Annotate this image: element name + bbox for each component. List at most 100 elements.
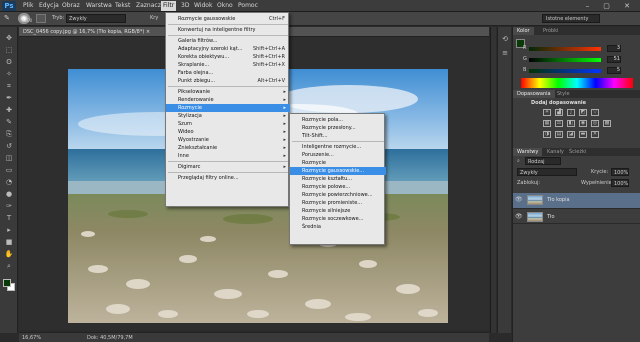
slider-r-bar[interactable] [529,47,601,51]
menu-obraz[interactable]: Obraz [62,2,80,10]
stamp-icon[interactable]: ⎘ [3,129,15,139]
levels-icon[interactable]: ▟ [555,109,563,116]
move-icon[interactable]: ✥ [3,33,15,43]
marquee-icon[interactable]: ⬚ [3,45,15,55]
shape-icon[interactable]: ■ [3,237,15,247]
menu-widok[interactable]: Widok [194,2,212,10]
type-icon[interactable]: T [3,213,15,223]
menu-item[interactable]: Stylizacja ▸ [166,112,290,120]
menu-pomoc[interactable]: Pomoc [238,2,258,10]
brush-icon[interactable]: ✎ [3,117,15,127]
menu-plik[interactable]: Plik [23,2,33,10]
eyedropper-icon[interactable]: ✒ [3,93,15,103]
menu-item[interactable]: Pikselowanie ▸ [166,88,290,96]
curves-icon[interactable]: ∫ [567,109,575,116]
healing-icon[interactable]: ✚ [3,105,15,115]
vibrance-icon[interactable]: ▽ [591,109,599,116]
visibility-eye-icon[interactable]: 👁 [515,196,523,203]
zoom-level[interactable]: 16,67% [22,334,41,342]
menu-item[interactable]: Rozmycie soczewkowe... [290,215,386,223]
color-balance-icon[interactable]: ⚖ [555,120,563,127]
photo-filter-icon[interactable]: ◉ [579,120,587,127]
hue-sat-icon[interactable]: ▦ [543,120,551,127]
menu-item[interactable]: Adaptacyjny szeroki kąt... Shift+Ctrl+A [166,45,290,53]
hand-icon[interactable]: ✋ [3,249,15,259]
slider-b-bar[interactable] [529,69,601,73]
menu-item[interactable]: Rozmycie pola... [290,116,386,124]
menu-item[interactable]: Zniekształcanie ▸ [166,144,290,152]
tab-probki[interactable]: Próbki [539,27,562,35]
slider-r[interactable]: R 3 [523,45,625,52]
menu-item[interactable]: Galeria filtrów... [166,37,290,45]
pen-icon[interactable]: ✑ [3,201,15,211]
menu-item[interactable]: Przeglądaj filtry online... [166,174,290,182]
menu-item[interactable]: Digimarc ▸ [166,163,290,171]
menu-item[interactable]: Tilt-Shift... [290,132,386,140]
panel-dock-divider[interactable] [490,27,496,333]
menu-item[interactable]: Inne ▸ [166,152,290,160]
visibility-eye-icon[interactable]: 👁 [515,213,523,220]
menu-item[interactable]: Wideo ▸ [166,128,290,136]
menu-item[interactable]: Poruszenie... [290,151,386,159]
slider-g-value[interactable]: 51 [607,56,621,63]
menu-item[interactable]: Rozmycie gaussowskie Ctrl+F [166,15,290,23]
menu-item[interactable]: Rozmycie silniejsze [290,207,386,215]
menu-item[interactable]: Rozmycie przesłony... [290,124,386,132]
color-spectrum-ramp[interactable] [521,78,633,88]
menu-filtr[interactable]: Filtr [161,1,177,11]
menu-warstwa[interactable]: Warstwa [86,2,112,10]
menu-okno[interactable]: Okno [217,2,233,10]
tab-style[interactable]: Style [553,90,574,98]
menu-item[interactable]: Inteligentne rozmycie... [290,143,386,151]
quick-select-icon[interactable]: ✧ [3,69,15,79]
menu-item[interactable]: Średnia [290,223,386,231]
menu-item[interactable]: Rozmycie [290,159,386,167]
lasso-icon[interactable]: ʘ [3,57,15,67]
menu-tekst[interactable]: Tekst [115,2,130,10]
layer-row[interactable]: 👁 Tło [513,210,640,224]
black-white-icon[interactable]: ◧ [567,120,575,127]
menu-item[interactable]: Rozmycie kształtu... [290,175,386,183]
dodge-icon[interactable]: ● [3,189,15,199]
layer-row[interactable]: 👁 Tło kopia [513,193,640,209]
layer-kind-select[interactable]: Rodzaj [525,157,561,165]
menu-3d[interactable]: 3D [181,2,189,10]
workspace-select[interactable]: Istotne elementy [542,14,600,23]
eraser-icon[interactable]: ◫ [3,153,15,163]
invert-icon[interactable]: ◑ [543,131,551,138]
menu-item[interactable]: Rozmycie polowe... [290,183,386,191]
properties-icon[interactable]: ≡ [500,49,510,58]
selective-color-icon[interactable]: ✕ [591,131,599,138]
history-brush-icon[interactable]: ↺ [3,141,15,151]
menu-item[interactable]: Rozmycie ▸ [166,104,290,112]
threshold-icon[interactable]: ◪ [567,131,575,138]
menu-item[interactable]: Konwertuj na inteligentne filtry [166,26,290,34]
crop-icon[interactable]: ⌗ [3,81,15,91]
exposure-icon[interactable]: ◩ [579,109,587,116]
posterize-icon[interactable]: ▤ [555,131,563,138]
menu-item[interactable]: Farba olejna... [166,69,290,77]
blur-icon[interactable]: ◔ [3,177,15,187]
menu-item[interactable]: Szum ▸ [166,120,290,128]
gradient-map-icon[interactable]: ▬ [579,131,587,138]
menu-item[interactable]: Rozmycie powierzchniowe... [290,191,386,199]
tab-warstwy[interactable]: Warstwy [513,148,543,156]
zoom-icon[interactable]: ⌕ [3,261,15,271]
menu-edycja[interactable]: Edycja [39,2,59,10]
slider-r-value[interactable]: 3 [607,45,621,52]
tab-dopasowania[interactable]: Dopasowania [513,90,555,98]
foreground-color-swatch[interactable] [3,279,11,287]
slider-b-value[interactable]: 5 [607,67,621,74]
brush-tool-icon[interactable]: ✎ [4,14,14,23]
channel-mixer-icon[interactable]: ◎ [591,120,599,127]
menu-item[interactable]: Punkt zbiegu... Alt+Ctrl+V [166,77,290,85]
menu-item[interactable]: Wyostrzanie ▸ [166,136,290,144]
slider-b[interactable]: B 5 [523,67,625,74]
opacity-input[interactable]: 100% [611,168,629,176]
gradient-icon[interactable]: ▭ [3,165,15,175]
menu-item[interactable]: Skraplanie... Shift+Ctrl+X [166,61,290,69]
path-select-icon[interactable]: ▸ [3,225,15,235]
history-icon[interactable]: ⟲ [500,35,510,44]
fill-input[interactable]: 100% [611,179,629,187]
window-controls[interactable]: – ▢ ✕ [586,2,636,10]
